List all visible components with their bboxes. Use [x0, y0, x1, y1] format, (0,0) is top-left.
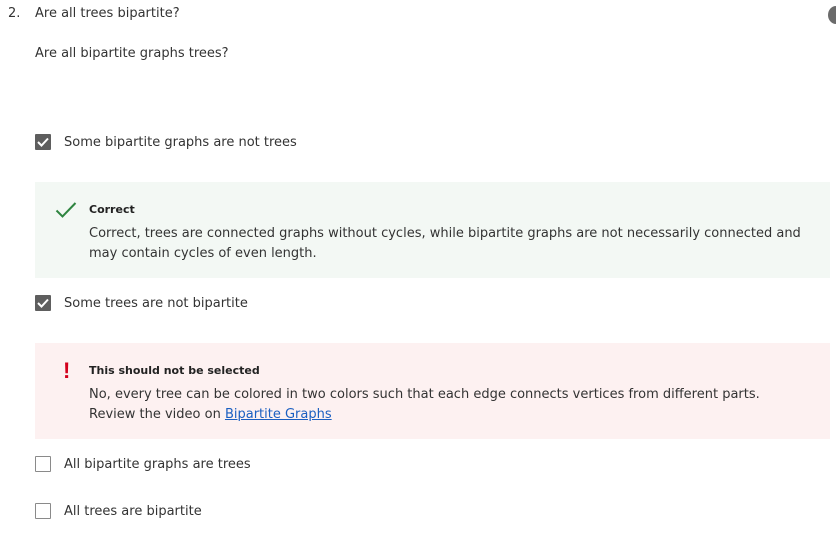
option-label: Some bipartite graphs are not trees [64, 134, 297, 150]
checkmark-icon [55, 201, 77, 223]
checkbox-unchecked[interactable] [35, 503, 51, 519]
feedback-text-body: No, every tree can be colored in two col… [89, 387, 760, 422]
scroll-indicator[interactable] [828, 6, 836, 24]
exclamation-icon: ! [63, 358, 71, 383]
option-all-trees-bipartite[interactable]: All trees are bipartite [35, 503, 202, 519]
option-some-bipartite-not-trees[interactable]: Some bipartite graphs are not trees [35, 134, 297, 150]
feedback-incorrect: ! This should not be selected No, every … [35, 343, 830, 439]
question-number: 2. [8, 6, 21, 21]
feedback-text: No, every tree can be colored in two col… [89, 385, 810, 425]
checkbox-checked[interactable] [35, 134, 51, 150]
option-label: Some trees are not bipartite [64, 295, 248, 311]
feedback-correct: Correct Correct, trees are connected gra… [35, 182, 830, 278]
question-subtitle: Are all bipartite graphs trees? [35, 46, 229, 61]
option-all-bipartite-are-trees[interactable]: All bipartite graphs are trees [35, 456, 251, 472]
option-label: All bipartite graphs are trees [64, 456, 251, 472]
checkbox-checked[interactable] [35, 295, 51, 311]
question-title: Are all trees bipartite? [35, 6, 180, 21]
option-some-trees-not-bipartite[interactable]: Some trees are not bipartite [35, 295, 248, 311]
feedback-title: This should not be selected [89, 364, 260, 377]
bipartite-graphs-link[interactable]: Bipartite Graphs [225, 407, 332, 422]
feedback-title: Correct [89, 203, 135, 216]
checkmark-icon [37, 137, 49, 147]
checkmark-icon [37, 298, 49, 308]
feedback-text: Correct, trees are connected graphs with… [89, 226, 801, 261]
option-label: All trees are bipartite [64, 503, 202, 519]
quiz-question: 2. Are all trees bipartite? Are all bipa… [0, 0, 836, 548]
checkbox-unchecked[interactable] [35, 456, 51, 472]
